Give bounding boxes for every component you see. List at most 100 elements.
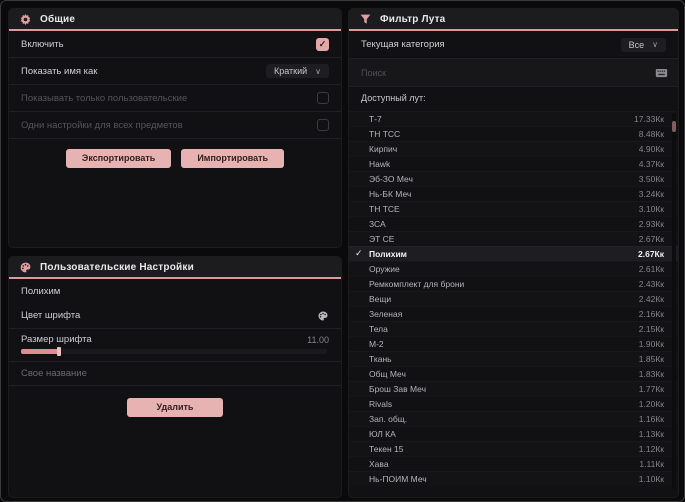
funnel-icon [359, 13, 372, 26]
name-display-value: Краткий [273, 66, 308, 76]
loot-item-value: 8.48Кк [638, 129, 664, 139]
loot-list-heading: Доступный лут: [361, 93, 426, 103]
font-color-label: Цвет шрифта [21, 310, 81, 321]
loot-list-item[interactable]: ✓ТН ТСС8.48Кк [349, 126, 678, 141]
font-size-row: Размер шрифта 11.00 [9, 329, 341, 362]
font-size-label: Размер шрифта [21, 334, 92, 345]
loot-item-name: ЭТ СЕ [369, 234, 395, 244]
loot-list-item[interactable]: ✓Вещи2.42Кк [349, 291, 678, 306]
loot-item-name: ТН ТСЕ [369, 204, 400, 214]
scrollbar-thumb[interactable] [672, 121, 676, 132]
loot-item-name: Кирпич [369, 144, 398, 154]
loot-list-item[interactable]: ✓Общ Меч1.83Кк [349, 366, 678, 381]
loot-list-item[interactable]: ✓ЮЛ КА1.13Кк [349, 426, 678, 441]
chevron-down-icon: ∨ [652, 40, 658, 49]
name-display-label: Показать имя как [21, 65, 98, 77]
loot-item-value: 4.37Кк [638, 159, 664, 169]
custom-only-checkbox[interactable] [317, 92, 329, 104]
loot-item-name: ТН ТСС [369, 129, 401, 139]
loot-item-value: 2.15Кк [638, 324, 664, 334]
category-label: Текущая категория [361, 39, 445, 50]
loot-item-value: 2.42Кк [638, 294, 664, 304]
loot-list-item[interactable]: ✓Hawk4.37Кк [349, 156, 678, 171]
delete-button[interactable]: Удалить [127, 398, 223, 417]
loot-item-value: 1.16Кк [638, 414, 664, 424]
search-input[interactable] [359, 66, 647, 79]
gear-icon [19, 13, 32, 26]
loot-list-item[interactable]: ✓ЭТ СЕ2.67Кк [349, 231, 678, 246]
loot-item-value: 1.11Кк [639, 459, 664, 469]
loot-item-name: Нь-ПОИМ Меч [369, 474, 427, 484]
chevron-down-icon: ∨ [315, 66, 321, 76]
loot-item-name: Хава [369, 459, 389, 469]
panel-user-settings-header: Пользовательские Настройки [9, 257, 341, 279]
loot-list-item[interactable]: ✓ Полихим 2.67Кк [349, 246, 678, 261]
loot-list-item[interactable]: ✓Хава1.11Кк [349, 456, 678, 471]
loot-item-value: 1.85Кк [638, 354, 664, 364]
name-display-dropdown[interactable]: Краткий ∨ [265, 64, 329, 78]
search-row [349, 59, 678, 87]
loot-list-item[interactable]: ✓Текен 151.12Кк [349, 441, 678, 456]
slider-handle[interactable] [57, 347, 61, 356]
loot-item-name: Т-7 [369, 114, 382, 124]
loot-item-name: Полихим [369, 249, 407, 259]
loot-list-scrollbar[interactable] [672, 113, 676, 489]
font-color-row: Цвет шрифта [9, 303, 341, 329]
loot-item-value: 1.77Кк [638, 384, 664, 394]
category-row: Текущая категория Все ∨ [349, 31, 678, 59]
loot-list-item[interactable]: ✓Зеленая2.16Кк [349, 306, 678, 321]
loot-list-item[interactable]: ✓Эб-ЗО Меч3.50Кк [349, 171, 678, 186]
loot-list-item[interactable]: ✓Т-717.33Кк [349, 111, 678, 126]
loot-item-value: 2.61Кк [638, 264, 664, 274]
loot-list-item[interactable]: ✓Брош Зав Меч1.77Кк [349, 381, 678, 396]
loot-list-item[interactable]: ✓Зап. общ.1.16Кк [349, 411, 678, 426]
loot-item-value: 1.13Кк [638, 429, 664, 439]
panel-user-settings: Пользовательские Настройки Полихим Цвет … [9, 257, 341, 497]
loot-list-item[interactable]: ✓Нь-ПОИМ Меч1.10Кк [349, 471, 678, 486]
loot-list-item[interactable]: ✓Тела2.15Кк [349, 321, 678, 336]
panel-loot-filter-title: Фильтр Лута [380, 13, 446, 25]
loot-list-item[interactable]: ✓ТН ТСЕ3.10Кк [349, 201, 678, 216]
import-button[interactable]: Импортировать [181, 149, 285, 168]
loot-item-name: Эб-ЗО Меч [369, 174, 413, 184]
loot-list-item[interactable]: ✓Ткань1.85Кк [349, 351, 678, 366]
setting-enable-row: Включить ✓ [9, 31, 341, 58]
export-import-row: Экспортировать Импортировать [9, 139, 341, 176]
loot-item-value: 3.10Кк [638, 204, 664, 214]
loot-list-item[interactable]: ✓Кирпич4.90Кк [349, 141, 678, 156]
enable-checkbox[interactable]: ✓ [316, 37, 329, 51]
loot-list-item[interactable]: ✓Оружие2.61Кк [349, 261, 678, 276]
setting-name-display-row: Показать имя как Краткий ∨ [9, 58, 341, 85]
check-icon: ✓ [355, 248, 363, 258]
loot-item-value: 2.67Кк [638, 249, 664, 259]
loot-item-name: Тела [369, 324, 388, 334]
loot-list-item[interactable]: ✓Rivals1.20Кк [349, 396, 678, 411]
same-for-all-checkbox[interactable] [317, 119, 329, 131]
category-dropdown[interactable]: Все ∨ [620, 37, 666, 52]
loot-item-name: Текен 15 [369, 444, 404, 454]
loot-item-name: Брош Зав Меч [369, 384, 427, 394]
custom-name-row [9, 362, 341, 386]
loot-item-value: 1.83Кк [638, 369, 664, 379]
loot-list-item[interactable]: ✓М-21.90Кк [349, 336, 678, 351]
color-palette-icon[interactable] [316, 309, 329, 322]
settings-window: Общие Включить ✓ Показать имя как Кратки… [0, 0, 685, 502]
panel-general-title: Общие [40, 13, 76, 25]
loot-list-item[interactable]: ✓Нь-БК Меч3.24Кк [349, 186, 678, 201]
loot-item-name: М-2 [369, 339, 384, 349]
font-size-slider[interactable] [21, 347, 327, 356]
enable-label: Включить [21, 38, 64, 50]
loot-list-item[interactable]: ✓Ремкомплект для брони2.43Кк [349, 276, 678, 291]
loot-item-name: Оружие [369, 264, 400, 274]
loot-item-name: Зап. общ. [369, 414, 408, 424]
loot-item-value: 2.16Кк [638, 309, 664, 319]
keyboard-icon[interactable] [655, 66, 668, 79]
setting-same-for-all-row: Одни настройки для всех предметов [9, 112, 341, 139]
loot-item-name: ЮЛ КА [369, 429, 396, 439]
setting-custom-only-row: Показывать только пользовательские [9, 85, 341, 112]
loot-list-item[interactable]: ✓ЗСА2.93Кк [349, 216, 678, 231]
loot-item-name: Нь-БК Меч [369, 189, 412, 199]
loot-item-name: Зеленая [369, 309, 403, 319]
export-button[interactable]: Экспортировать [65, 149, 172, 168]
custom-name-input[interactable] [21, 368, 329, 379]
